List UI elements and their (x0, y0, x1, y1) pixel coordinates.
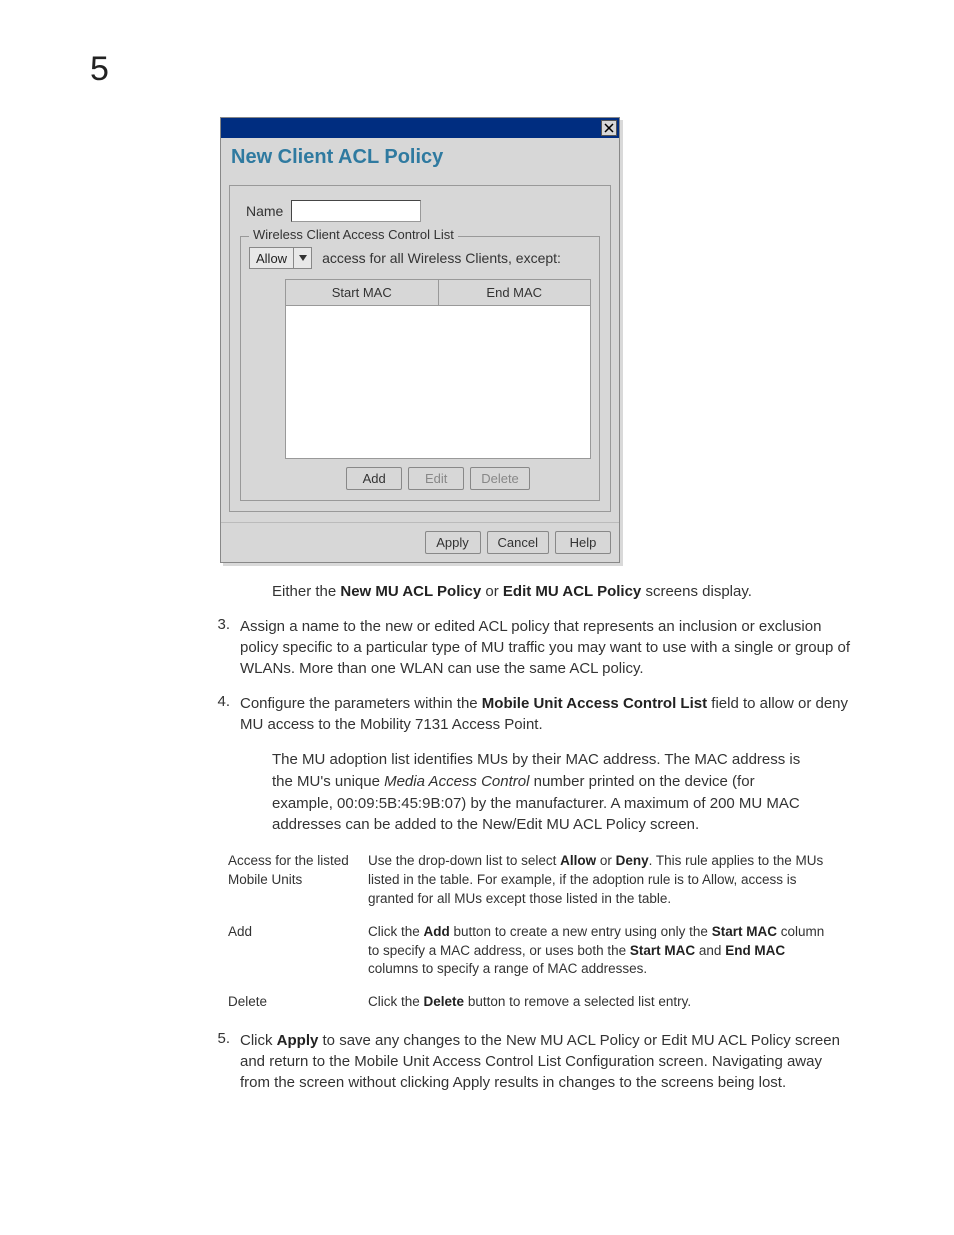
step-num: 4. (208, 693, 240, 735)
step-3: 3. Assign a name to the new or edited AC… (90, 616, 874, 679)
def-desc: Click the Add button to create a new ent… (368, 923, 834, 980)
access-select[interactable]: Allow (249, 247, 312, 269)
mac-note: The MU adoption list identifies MUs by t… (272, 749, 874, 836)
def-row-access: Access for the listed Mobile Units Use t… (228, 852, 834, 909)
step-body: Configure the parameters within the Mobi… (240, 693, 874, 735)
column-end-mac[interactable]: End MAC (439, 280, 591, 305)
dialog-heading: New Client ACL Policy (221, 138, 619, 185)
step-5: 5. Click Apply to save any changes to th… (90, 1030, 874, 1093)
chevron-down-icon (293, 248, 311, 268)
caption-text: Either the New MU ACL Policy or Edit MU … (272, 583, 874, 600)
name-label: Name (246, 203, 283, 219)
def-term: Add (228, 923, 368, 980)
dialog-titlebar (221, 118, 619, 138)
mac-table[interactable]: Start MAC End MAC (285, 279, 591, 459)
access-select-value: Allow (250, 248, 293, 268)
step-num: 3. (208, 616, 240, 679)
add-button[interactable]: Add (346, 467, 402, 490)
step-num: 5. (208, 1030, 240, 1093)
def-row-add: Add Click the Add button to create a new… (228, 923, 834, 980)
fieldset-legend: Wireless Client Access Control List (249, 227, 458, 242)
def-desc: Click the Delete button to remove a sele… (368, 993, 834, 1012)
step-4: 4. Configure the parameters within the M… (90, 693, 874, 735)
cancel-button[interactable]: Cancel (487, 531, 549, 554)
step-body: Assign a name to the new or edited ACL p… (240, 616, 874, 679)
def-desc: Use the drop-down list to select Allow o… (368, 852, 834, 909)
delete-button[interactable]: Delete (470, 467, 530, 490)
chapter-number: 5 (90, 50, 874, 89)
acl-policy-dialog: New Client ACL Policy Name Wireless Clie… (220, 117, 620, 563)
close-icon[interactable] (601, 120, 617, 136)
edit-button[interactable]: Edit (408, 467, 464, 490)
apply-button[interactable]: Apply (425, 531, 481, 554)
name-input[interactable] (291, 200, 421, 222)
def-term: Access for the listed Mobile Units (228, 852, 368, 909)
definition-table: Access for the listed Mobile Units Use t… (228, 852, 874, 1012)
help-button[interactable]: Help (555, 531, 611, 554)
def-row-delete: Delete Click the Delete button to remove… (228, 993, 834, 1012)
step-body: Click Apply to save any changes to the N… (240, 1030, 874, 1093)
def-term: Delete (228, 993, 368, 1012)
access-text: access for all Wireless Clients, except: (322, 250, 561, 266)
column-start-mac[interactable]: Start MAC (286, 280, 439, 305)
acl-fieldset: Wireless Client Access Control List Allo… (240, 236, 600, 501)
